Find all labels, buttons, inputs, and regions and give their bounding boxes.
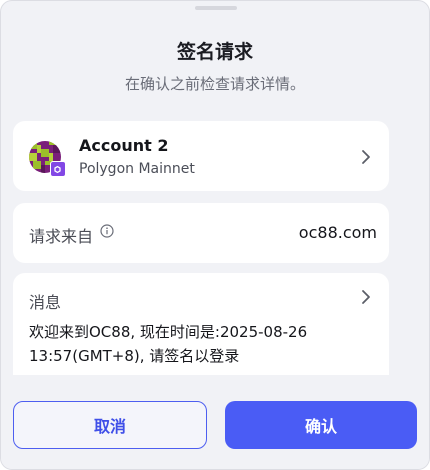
request-origin-label: 请求来自 [29,227,94,246]
polygon-icon [50,161,66,177]
info-icon[interactable] [100,224,114,238]
confirm-button[interactable]: 确认 [225,401,417,449]
account-name: Account 2 [79,136,169,155]
signature-request-dialog: 签名请求 在确认之前检查请求详情。 Account 2 Polygon Main… [0,0,430,470]
chevron-right-icon [362,150,370,164]
dialog-title: 签名请求 [176,41,253,63]
network-name: Polygon Mainnet [79,161,195,177]
message-card[interactable]: 消息 欢迎来到OC88, 现在时间是:2025-08-26 13:57(GMT+… [13,273,389,375]
request-origin-card: 请求来自 oc88.com [13,203,389,263]
chevron-right-icon [362,290,370,304]
account-card[interactable]: Account 2 Polygon Mainnet [13,121,389,191]
drag-handle[interactable] [195,6,237,10]
message-label: 消息 [29,293,62,312]
dialog-subtitle: 在确认之前检查请求详情。 [124,75,305,93]
request-origin-value: oc88.com [298,223,377,242]
message-text: 欢迎来到OC88, 现在时间是:2025-08-26 13:57(GMT+8),… [29,323,308,365]
cancel-button[interactable]: 取消 [13,401,207,449]
